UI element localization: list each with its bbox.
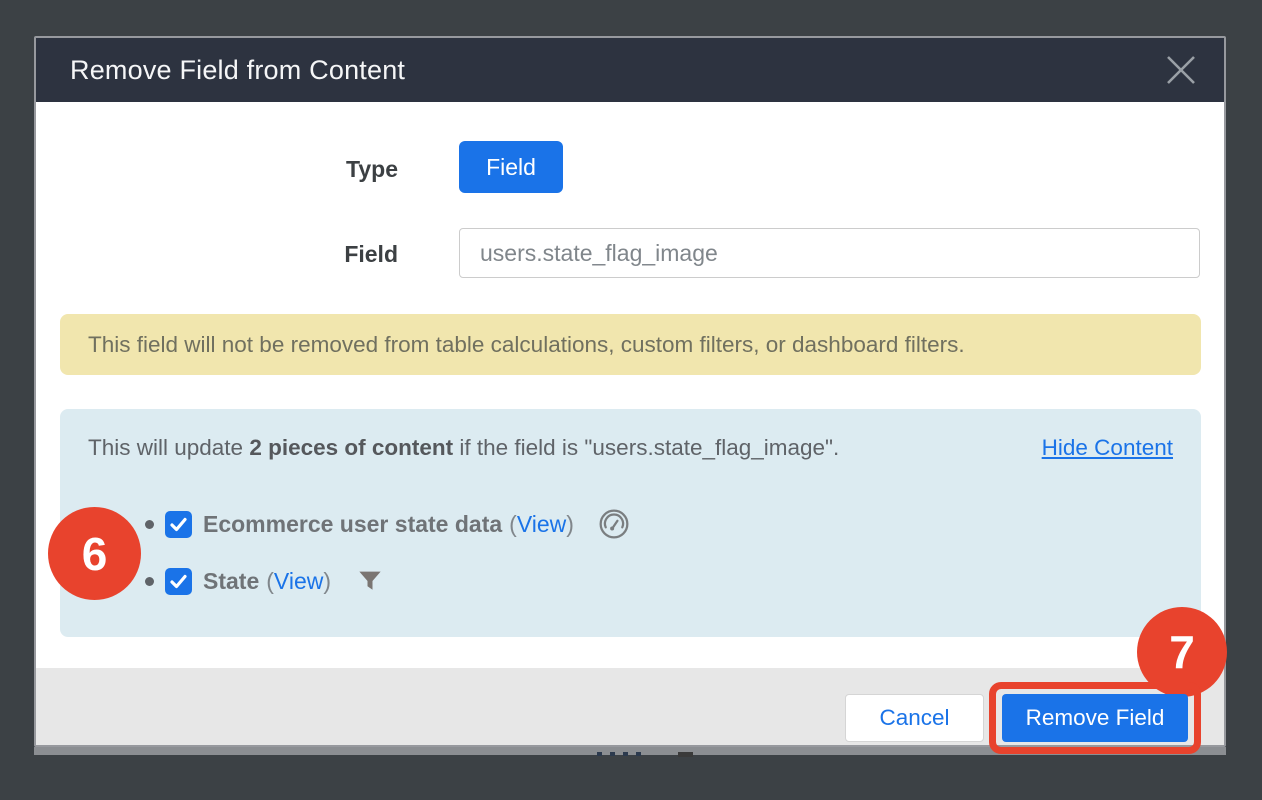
view-link[interactable]: (View) [266,568,331,595]
content-checkbox[interactable] [165,568,192,595]
remove-field-button[interactable]: Remove Field [1002,694,1188,742]
warning-text: This field will not be removed from tabl… [88,332,965,358]
view-link[interactable]: (View) [509,511,574,538]
list-item: Ecommerce user state data (View) [60,502,1201,546]
checkmark-icon [169,515,188,534]
hide-content-link[interactable]: Hide Content [1042,435,1173,461]
warning-banner: This field will not be removed from tabl… [60,314,1201,375]
dialog-title: Remove Field from Content [70,55,405,86]
list-item: State (View) [60,559,1201,603]
background-page-sliver [623,752,628,756]
type-field-button[interactable]: Field [459,141,563,193]
remove-field-dialog: Remove Field from Content Type Field Fie… [34,36,1226,747]
update-message: This will update 2 pieces of content if … [88,435,1042,461]
filter-icon [355,566,385,596]
field-label: Field [36,241,398,268]
close-icon [1162,51,1200,89]
checkmark-icon [169,572,188,591]
background-page-sliver [610,752,615,756]
type-label: Type [36,156,398,183]
field-name-input[interactable] [459,228,1200,278]
close-button[interactable] [1162,51,1200,89]
content-checkbox[interactable] [165,511,192,538]
dashboard-gauge-icon [598,508,630,540]
background-page-sliver [636,752,641,756]
background-page-sliver [678,752,693,757]
affected-content-box: This will update 2 pieces of content if … [60,409,1201,637]
dialog-header: Remove Field from Content [36,38,1224,102]
bullet-icon [145,577,154,586]
modal-bottom-edge [34,747,1226,755]
content-item-label: Ecommerce user state data [203,511,502,538]
background-page-sliver [597,752,602,756]
content-item-label: State [203,568,259,595]
bullet-icon [145,520,154,529]
cancel-button[interactable]: Cancel [845,694,984,742]
